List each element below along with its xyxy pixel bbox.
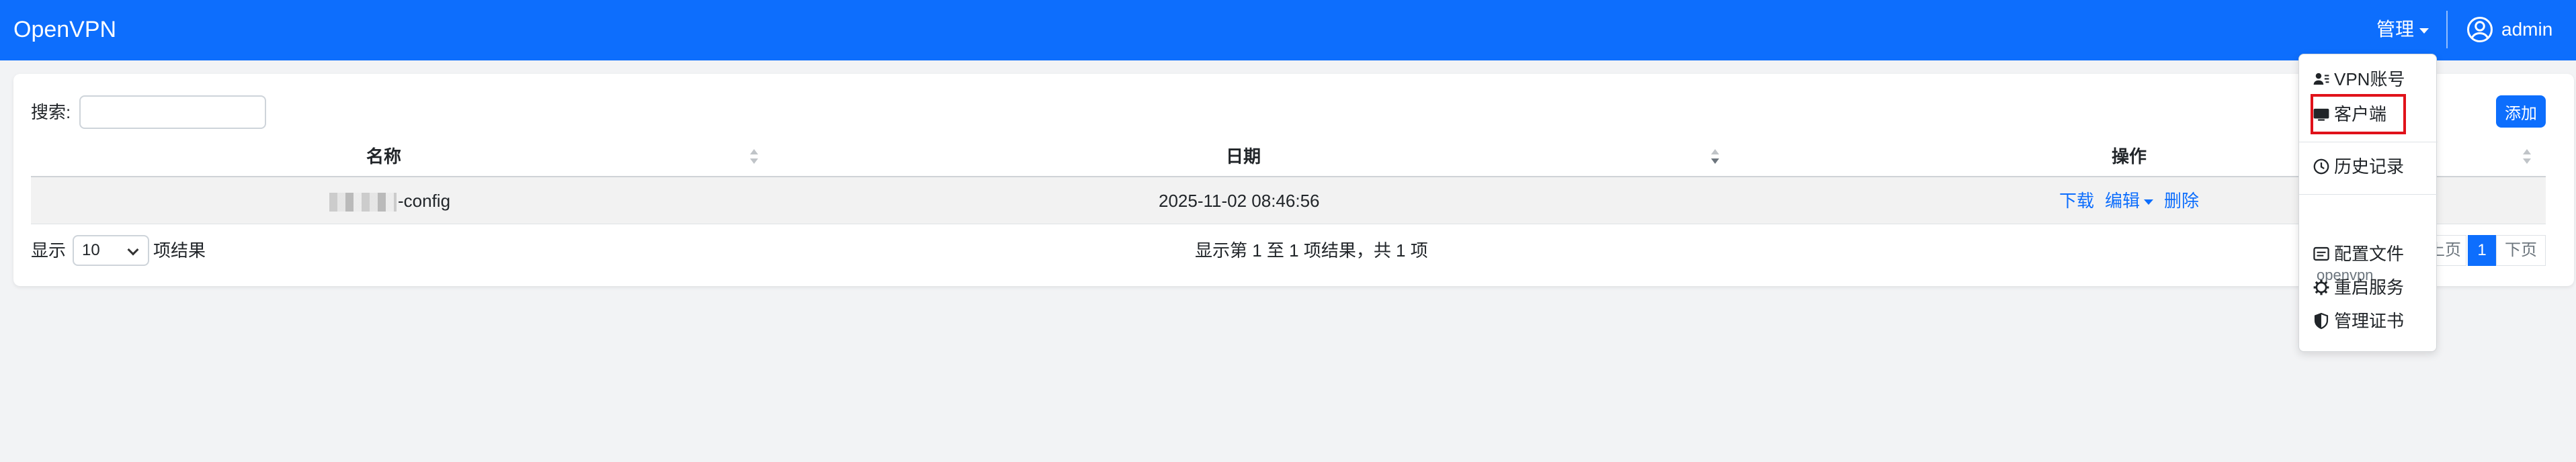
table-summary: 显示第 1 至 1 项结果，共 1 项 bbox=[1195, 240, 1428, 261]
user-name: admin bbox=[2501, 19, 2553, 40]
redacted-name bbox=[329, 193, 397, 212]
gear-icon bbox=[2313, 279, 2329, 295]
person-lines-icon bbox=[2313, 73, 2329, 85]
menu-item-vpn-accounts[interactable]: VPN账号 bbox=[2313, 68, 2405, 91]
manage-label: 管理 bbox=[2376, 19, 2415, 40]
show-label: 显示 bbox=[31, 240, 67, 261]
page-size-value: 10 bbox=[82, 241, 100, 259]
client-date-cell: 2025-11-02 08:46:56 bbox=[1159, 191, 1320, 211]
client-actions-cell: 下载 编辑 删除 bbox=[2059, 189, 2210, 212]
add-button[interactable]: 添加 bbox=[2496, 95, 2546, 128]
caret-down-icon bbox=[2419, 28, 2429, 34]
column-header-name[interactable]: 名称 bbox=[31, 145, 737, 168]
shield-half-icon bbox=[2314, 312, 2329, 330]
menu-item-history[interactable]: 历史记录 bbox=[2313, 155, 2404, 178]
search-input[interactable] bbox=[79, 95, 266, 129]
chevron-down-icon bbox=[127, 244, 139, 256]
sort-icon[interactable] bbox=[2523, 149, 2532, 165]
sort-icon[interactable] bbox=[750, 149, 759, 165]
document-text-icon bbox=[2313, 246, 2329, 261]
sort-desc-icon[interactable] bbox=[1711, 149, 1720, 165]
user-menu[interactable]: admin bbox=[2466, 13, 2552, 46]
highlight-box bbox=[2311, 94, 2406, 134]
search-label: 搜索: bbox=[31, 102, 71, 122]
menu-item-manage-certs[interactable]: 管理证书 bbox=[2313, 310, 2404, 332]
menu-item-config-file[interactable]: 配置文件 bbox=[2313, 242, 2404, 265]
client-name-cell: -config bbox=[329, 189, 450, 212]
caret-down-icon bbox=[2144, 199, 2154, 205]
page-size-select[interactable]: 10 bbox=[73, 235, 149, 266]
clock-history-icon bbox=[2313, 158, 2329, 175]
download-link[interactable]: 下载 bbox=[2059, 191, 2094, 211]
pagination-next[interactable]: 下页 bbox=[2496, 235, 2546, 266]
edit-dropdown-toggle[interactable]: 编辑 bbox=[2105, 191, 2154, 211]
menu-divider bbox=[2299, 194, 2438, 195]
navbar-divider bbox=[2446, 11, 2448, 48]
brand-logo[interactable]: OpenVPN bbox=[13, 15, 116, 44]
top-navbar: OpenVPN 管理 admin bbox=[0, 0, 2576, 60]
delete-link[interactable]: 删除 bbox=[2164, 191, 2199, 211]
menu-item-restart-service[interactable]: 重启服务 bbox=[2313, 276, 2404, 299]
pagination-page-1[interactable]: 1 bbox=[2468, 235, 2496, 266]
manage-dropdown-toggle[interactable]: 管理 bbox=[2376, 16, 2429, 43]
results-label: 项结果 bbox=[153, 240, 206, 261]
user-circle-icon bbox=[2467, 17, 2493, 42]
column-header-date[interactable]: 日期 bbox=[773, 145, 1714, 168]
